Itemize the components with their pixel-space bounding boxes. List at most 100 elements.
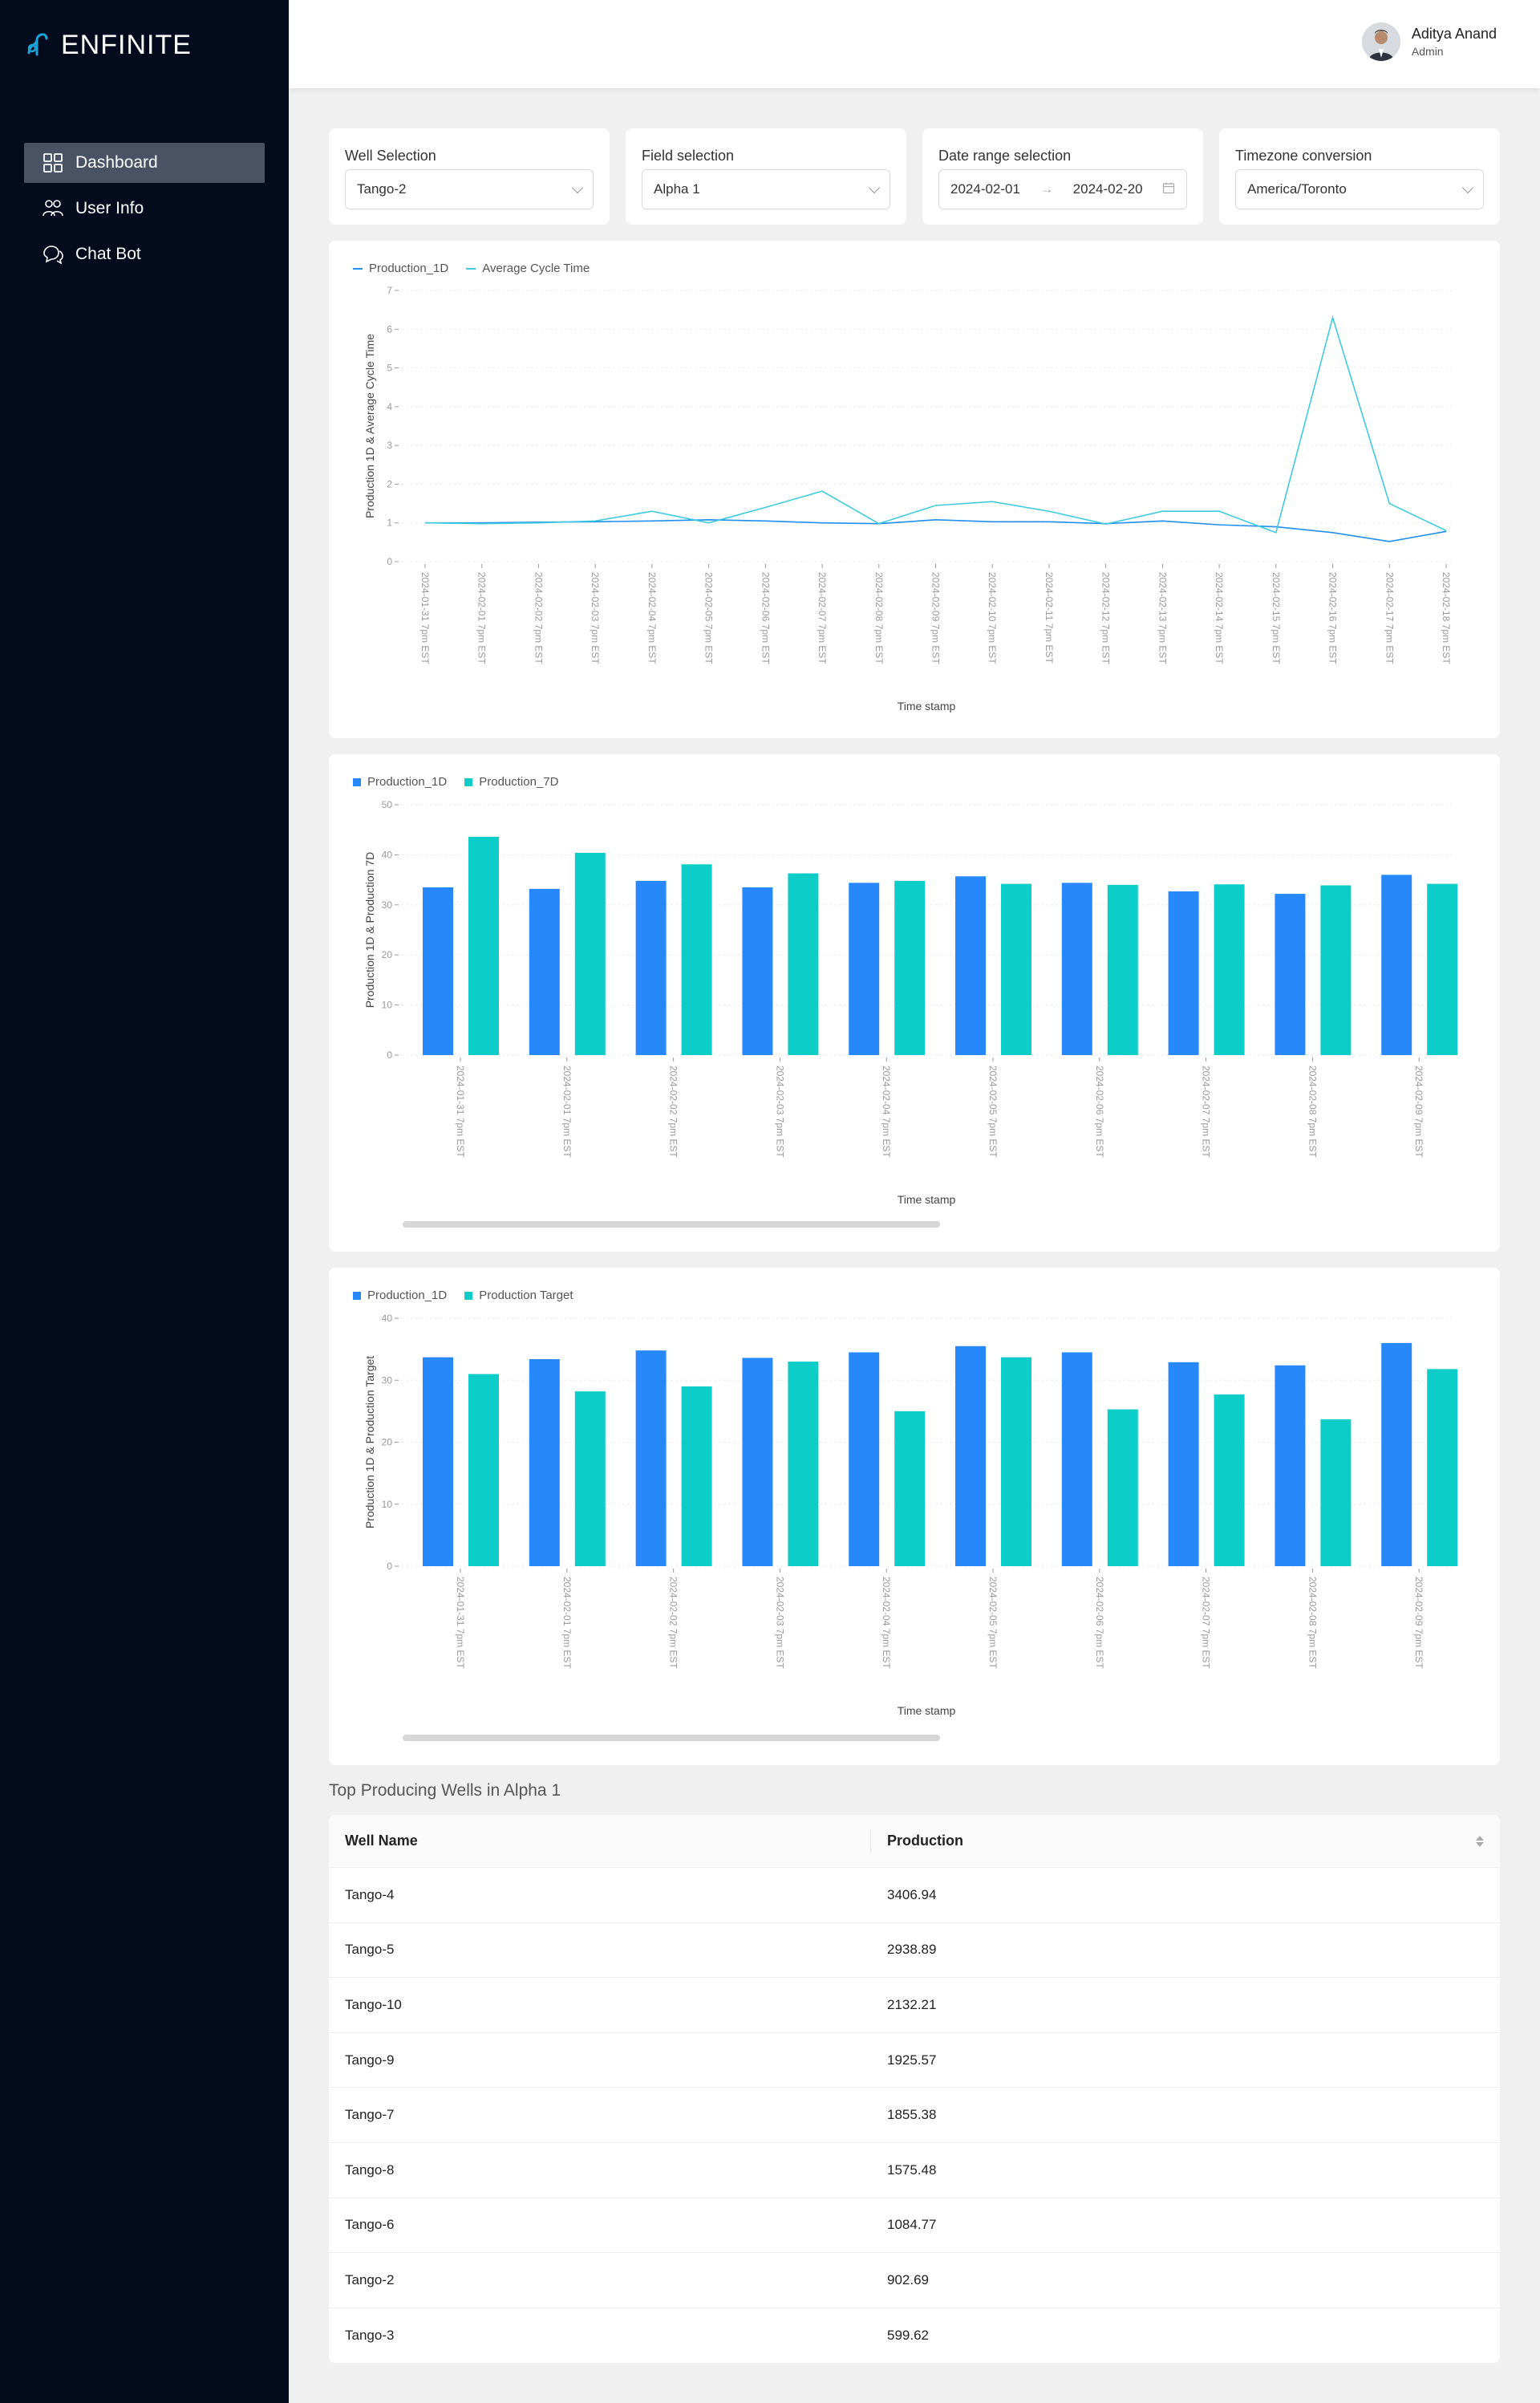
table-row[interactable]: Tango-4 3406.94 <box>329 1868 1500 1923</box>
y-tick-label: 1 <box>387 518 392 529</box>
x-tick-label: 2024-02-10 7pm EST <box>987 572 998 664</box>
well-name-cell: Tango-9 <box>345 2052 395 2068</box>
well-name-cell: Tango-4 <box>345 1886 395 1902</box>
table-row[interactable]: Tango-9 1925.57 <box>329 2033 1500 2088</box>
bar-chart-target: 0 10 20 30 40 Production 1D & Production Targ… <box>363 1313 1458 1717</box>
y-axis-label: Production 1D & Average Cycle Time <box>363 334 376 518</box>
chevron-down-icon <box>1461 181 1474 193</box>
table-row[interactable]: Tango-6 1084.77 <box>329 2198 1500 2254</box>
table-row[interactable]: Tango-5 2938.89 <box>329 1923 1500 1979</box>
y-tick-label: 20 <box>382 1437 393 1448</box>
x-tick-label: 2024-02-09 7pm EST <box>930 572 942 664</box>
x-tick-label: 2024-02-06 7pm EST <box>760 572 771 664</box>
date-end-input[interactable]: 2024-02-20 <box>1073 181 1143 197</box>
well-select[interactable]: Tango-2 <box>345 169 594 209</box>
x-axis-label: Time stamp <box>898 1193 956 1206</box>
timezone-select[interactable]: America/Toronto <box>1235 169 1484 209</box>
x-tick-label: 2024-02-02 7pm EST <box>533 572 544 664</box>
chart-scrollbar[interactable] <box>403 1221 940 1228</box>
sidebar-item-chat-bot[interactable]: Chat Bot <box>24 234 265 274</box>
table-row[interactable]: Tango-10 2132.21 <box>329 1978 1500 2033</box>
y-tick-label: 40 <box>382 849 393 860</box>
sidebar-item-label: Dashboard <box>75 153 158 172</box>
x-tick-label: 2024-02-11 7pm EST <box>1044 572 1055 664</box>
bar-1 <box>849 883 880 1055</box>
timezone-label: Timezone conversion <box>1235 148 1372 164</box>
x-tick-label: 2024-01-31 7pm EST <box>455 1577 466 1669</box>
bar-2 <box>1107 884 1138 1055</box>
bar-2 <box>468 1374 499 1566</box>
bar-2 <box>681 864 712 1055</box>
table-body: Tango-4 3406.94 Tango-5 2938.89 Tango-10 2132… <box>329 1868 1500 2363</box>
production-cell: 1575.48 <box>887 2161 937 2178</box>
x-tick-label: 2024-02-13 7pm EST <box>1157 572 1168 664</box>
bar-1 <box>955 1346 986 1566</box>
table-row[interactable]: Tango-2 902.69 <box>329 2253 1500 2308</box>
timezone-card: Timezone conversion America/Toronto <box>1219 128 1500 225</box>
production-cell: 1925.57 <box>887 2052 937 2068</box>
brand-logo[interactable]: ENFINITE <box>22 27 192 63</box>
sidebar-item-dashboard[interactable]: Dashboard <box>24 143 265 183</box>
bar-2 <box>788 1362 819 1566</box>
table-row[interactable]: Tango-7 1855.38 <box>329 2088 1500 2143</box>
well-name-cell: Tango-7 <box>345 2107 395 2123</box>
date-range-picker[interactable]: 2024-02-01 → 2024-02-20 <box>938 169 1187 209</box>
y-tick-label: 0 <box>387 1049 392 1061</box>
date-range-label: Date range selection <box>938 148 1072 164</box>
x-tick-label: 2024-02-04 7pm EST <box>646 572 658 664</box>
date-start-input[interactable]: 2024-02-01 <box>950 181 1020 197</box>
well-select-value: Tango-2 <box>357 181 407 197</box>
dashboard-icon <box>42 152 64 174</box>
bar-2 <box>1320 1419 1352 1566</box>
y-tick-label: 10 <box>382 1000 393 1011</box>
bar-1 <box>849 1352 880 1566</box>
bar-1 <box>529 1358 560 1566</box>
bar-1 <box>423 1357 453 1566</box>
user-menu[interactable]: Aditya Anand Admin <box>1361 22 1497 61</box>
top-wells-table: Well Name Production Tango-4 3406.94 Tango… <box>329 1815 1500 2364</box>
series-line-2 <box>424 315 1447 534</box>
field-selection-label: Field selection <box>642 148 735 164</box>
bar-1 <box>635 1350 667 1566</box>
y-tick-label: 6 <box>387 323 392 335</box>
bar-1 <box>1168 1362 1199 1566</box>
y-tick-label: 5 <box>387 363 392 374</box>
column-header-production[interactable]: Production <box>871 1833 1500 1849</box>
field-select[interactable]: Alpha 1 <box>642 169 890 209</box>
date-range-card: Date range selection 2024-02-01 → 2024-0… <box>922 128 1203 225</box>
x-axis-label: Time stamp <box>898 1704 956 1717</box>
well-name-cell: Tango-3 <box>345 2328 395 2344</box>
x-tick-label: 2024-02-02 7pm EST <box>668 1066 679 1158</box>
y-axis-label: Production 1D & Production 7D <box>363 852 376 1009</box>
well-selection-label: Well Selection <box>345 148 436 164</box>
chart-scrollbar[interactable] <box>403 1735 940 1741</box>
table-row[interactable]: Tango-8 1575.48 <box>329 2143 1500 2198</box>
bar-2 <box>1001 883 1031 1055</box>
x-tick-label: 2024-02-05 7pm EST <box>703 572 715 664</box>
bar-2 <box>681 1386 712 1566</box>
x-tick-label: 2024-02-09 7pm EST <box>1413 1066 1424 1158</box>
chat-icon <box>42 243 64 266</box>
x-tick-label: 2024-02-07 7pm EST <box>817 572 828 664</box>
y-tick-label: 2 <box>387 478 392 489</box>
y-tick-label: 3 <box>387 440 392 451</box>
x-tick-label: 2024-01-31 7pm EST <box>419 572 431 664</box>
chevron-down-icon <box>868 181 881 193</box>
arrow-right-icon: → <box>1040 181 1054 197</box>
users-icon <box>42 197 64 220</box>
user-name: Aditya Anand <box>1411 26 1497 42</box>
table-row[interactable]: Tango-3 599.62 <box>329 2308 1500 2364</box>
bar-1 <box>742 1358 773 1566</box>
bar-chart-target-card: Production_1D Production Target 0 10 20 30 4… <box>329 1268 1500 1765</box>
production-cell: 2938.89 <box>887 1942 937 1958</box>
sidebar-item-user-info[interactable]: User Info <box>24 189 265 229</box>
sort-icon[interactable] <box>1476 1835 1484 1847</box>
bar-2 <box>1427 883 1458 1055</box>
column-header-well-name: Well Name <box>329 1829 871 1853</box>
bar-chart-7d-card: Production_1D Production_7D 0 10 20 30 40 50 P… <box>329 754 1500 1252</box>
column-header-label: Production <box>887 1833 963 1849</box>
production-cell: 1855.38 <box>887 2107 937 2123</box>
y-tick-label: 20 <box>382 949 393 960</box>
x-tick-label: 2024-02-15 7pm EST <box>1270 572 1282 664</box>
brand-name: ENFINITE <box>61 30 192 60</box>
